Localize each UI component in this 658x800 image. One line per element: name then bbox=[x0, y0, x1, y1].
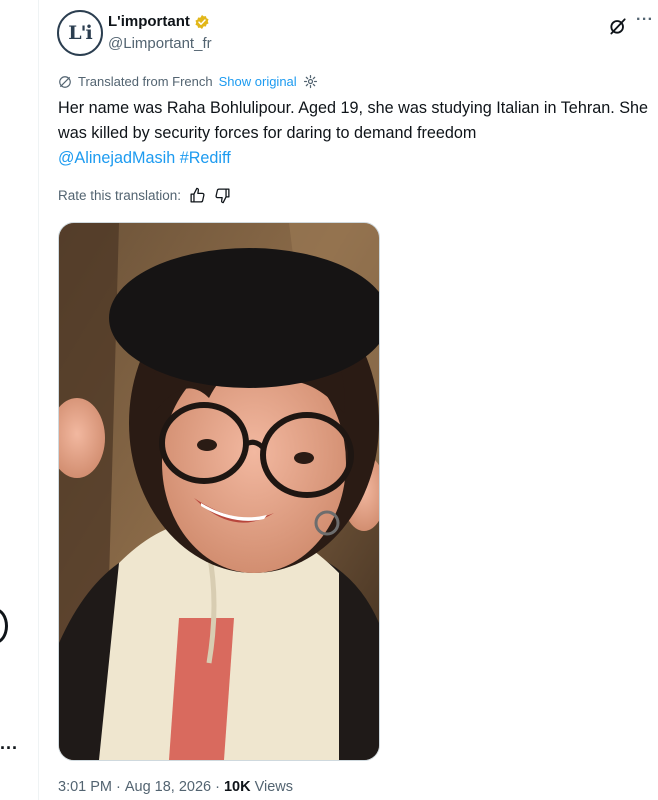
grok-icon[interactable] bbox=[608, 16, 628, 36]
tweet-photo[interactable] bbox=[58, 222, 380, 761]
avatar[interactable]: L'i bbox=[57, 10, 103, 56]
views-label: Views bbox=[254, 779, 293, 795]
tweet-text: Her name was Raha Bohlulipour. Aged 19, … bbox=[58, 96, 650, 171]
tweet-timestamp[interactable]: 3:01 PM · Aug 18, 2026 · 10K Views bbox=[58, 779, 293, 795]
left-rail: ... bbox=[0, 0, 39, 800]
avatar-logo-text: L'i bbox=[68, 22, 92, 44]
rate-translation: Rate this translation: bbox=[58, 187, 231, 204]
translate-icon bbox=[59, 75, 71, 88]
tweet-date: Aug 18, 2026 bbox=[124, 779, 212, 795]
more-options-icon[interactable]: ··· bbox=[636, 11, 653, 29]
tweet-body: Her name was Raha Bohlulipour. Aged 19, … bbox=[58, 99, 649, 142]
display-name-text: L'important bbox=[108, 13, 190, 30]
verified-badge-icon bbox=[195, 14, 209, 29]
views-count: 10K bbox=[223, 779, 251, 795]
account-handle[interactable]: @Limportant_fr bbox=[108, 35, 212, 52]
thumbs-up-icon[interactable] bbox=[189, 187, 206, 204]
thumbs-down-icon[interactable] bbox=[214, 187, 231, 204]
translation-notice: Translated from French Show original bbox=[58, 74, 318, 89]
mention-link[interactable]: @AlinejadMasih bbox=[58, 149, 175, 167]
show-original-link[interactable]: Show original bbox=[219, 74, 297, 89]
translated-label: Translated from French bbox=[78, 74, 213, 89]
hashtag-link[interactable]: #Rediff bbox=[180, 149, 231, 167]
rail-partial-icon[interactable] bbox=[0, 608, 8, 644]
rate-label: Rate this translation: bbox=[58, 188, 182, 203]
settings-gear-icon[interactable] bbox=[303, 74, 318, 89]
meta-separator: · bbox=[215, 779, 220, 795]
display-name[interactable]: L'important bbox=[108, 13, 210, 30]
rail-more-icon[interactable]: ... bbox=[0, 733, 18, 754]
meta-separator: · bbox=[116, 779, 121, 795]
tweet-time: 3:01 PM bbox=[58, 779, 112, 795]
portrait-photo bbox=[59, 223, 379, 760]
